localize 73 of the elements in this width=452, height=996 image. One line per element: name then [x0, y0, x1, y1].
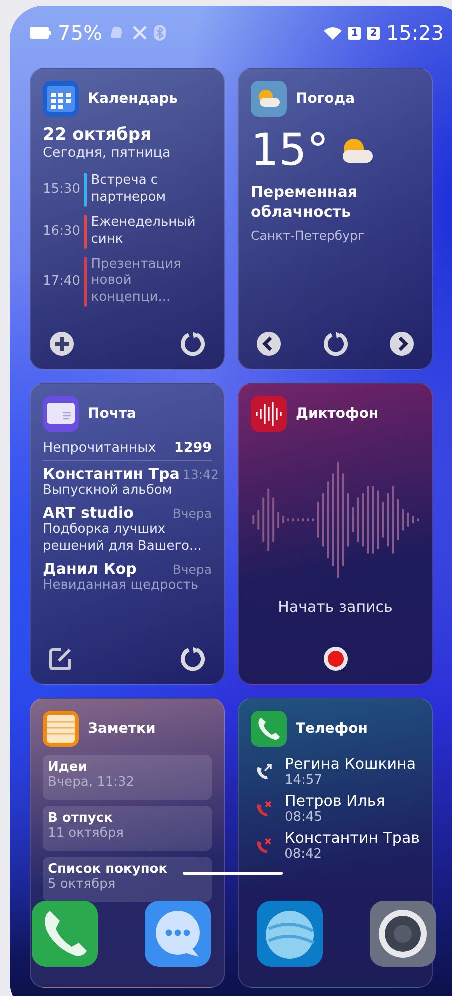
- note-card[interactable]: В отпуск 11 октября: [43, 806, 212, 851]
- record-button[interactable]: [322, 646, 348, 672]
- camera-app-icon[interactable]: [370, 901, 436, 967]
- sim-card-icon: 2: [367, 26, 380, 40]
- weather-condition: Переменная облачность: [251, 183, 359, 222]
- clock-time: 15:23: [386, 21, 444, 45]
- mail-sender: Данил Кор: [43, 560, 137, 578]
- mail-time: 13:42: [182, 467, 219, 482]
- note-title: В отпуск: [48, 811, 114, 826]
- envelope-app-icon: [43, 396, 79, 432]
- call-time: 08:42: [284, 847, 324, 862]
- widget-title: Почта: [88, 406, 137, 422]
- previous-icon[interactable]: [257, 332, 281, 356]
- mail-subject: Подборка лучших решений для Вашего...: [43, 522, 203, 556]
- mail-time: Вчера: [172, 506, 212, 521]
- caller-name: Петров Илья: [285, 792, 386, 810]
- add-icon[interactable]: [49, 331, 75, 357]
- event-title: Еженедельный синк: [91, 214, 197, 249]
- temperature: 15°: [251, 127, 329, 176]
- mail-widget[interactable]: Почта Непрочитанных 1299 Константин Тра 13:42 Выпускной альбом ART studio Вчера Подборка лучших решений для Вашего... Данил Кор Вчера Невиданная щедрость: [30, 383, 225, 685]
- sound-wave-app-icon: [251, 396, 287, 432]
- battery-icon: [30, 27, 52, 39]
- note-date: 11 октября: [48, 826, 125, 841]
- mail-subject: Выпускной альбом: [43, 483, 174, 500]
- calendar-app-icon: [43, 81, 79, 117]
- voice-recorder-widget[interactable]: Диктофон Начать запись: [238, 383, 433, 685]
- weather-widget[interactable]: Погода 15° Переменная облачность Санкт-Петербург: [238, 68, 433, 370]
- phone-app-icon[interactable]: [32, 901, 98, 967]
- start-recording-label: Начать запись: [277, 598, 394, 616]
- mail-subject: Невиданная щедрость: [43, 578, 200, 595]
- battery-percent: 75%: [58, 21, 102, 45]
- mail-sender: ART studio: [43, 504, 134, 522]
- event-title: Встреча с партнером: [91, 173, 168, 207]
- note-date: Вчера, 11:32: [48, 775, 136, 790]
- event-time: 16:30: [43, 224, 80, 240]
- event-title: Презентация новой концепци...: [91, 256, 182, 308]
- calendar-date: 22 октября: [43, 125, 153, 145]
- note-card[interactable]: Список покупок 5 октября: [43, 857, 212, 902]
- note-title: Список покупок: [48, 862, 169, 877]
- unread-label: Непрочитанных: [43, 440, 156, 456]
- widget-title: Погода: [296, 91, 356, 107]
- widget-title: Диктофон: [296, 406, 379, 422]
- widget-title: Телефон: [296, 721, 368, 737]
- note-title: Идеи: [48, 760, 88, 775]
- messages-app-icon[interactable]: [144, 901, 211, 967]
- unread-count: 1299: [174, 440, 212, 456]
- widget-title: Календарь: [88, 91, 178, 107]
- mail-sender: Константин Тра: [43, 465, 180, 483]
- caller-name: Регина Кошкина: [285, 755, 416, 773]
- event-time: 15:30: [43, 182, 80, 198]
- refresh-icon[interactable]: [180, 331, 206, 357]
- widget-title: Заметки: [88, 721, 156, 737]
- call-time: 08:45: [285, 810, 324, 825]
- globe-app-icon[interactable]: [257, 901, 324, 967]
- mail-time: Вчера: [172, 562, 212, 577]
- city-name: Санкт-Петербург: [251, 228, 366, 244]
- note-card[interactable]: Идеи Вчера, 11:32: [43, 755, 212, 800]
- calendar-day: Сегодня, пятница: [43, 145, 212, 161]
- note-date: 5 октября: [48, 877, 117, 892]
- phone-app-icon: [251, 711, 287, 747]
- notepad-app-icon: [43, 711, 79, 747]
- wifi-icon: [324, 26, 342, 40]
- sim-card-icon: 1: [348, 26, 362, 40]
- event-time: 17:40: [43, 274, 80, 290]
- refresh-icon[interactable]: [180, 646, 206, 672]
- compose-icon[interactable]: [49, 647, 73, 671]
- muted-icon: [132, 25, 148, 41]
- call-time: 14:57: [285, 773, 324, 788]
- weather-app-icon: [251, 81, 287, 117]
- bluetooth-icon: [154, 25, 166, 41]
- next-icon[interactable]: [390, 332, 414, 356]
- refresh-icon[interactable]: [322, 331, 348, 357]
- caller-name: Константин Трав: [284, 829, 420, 847]
